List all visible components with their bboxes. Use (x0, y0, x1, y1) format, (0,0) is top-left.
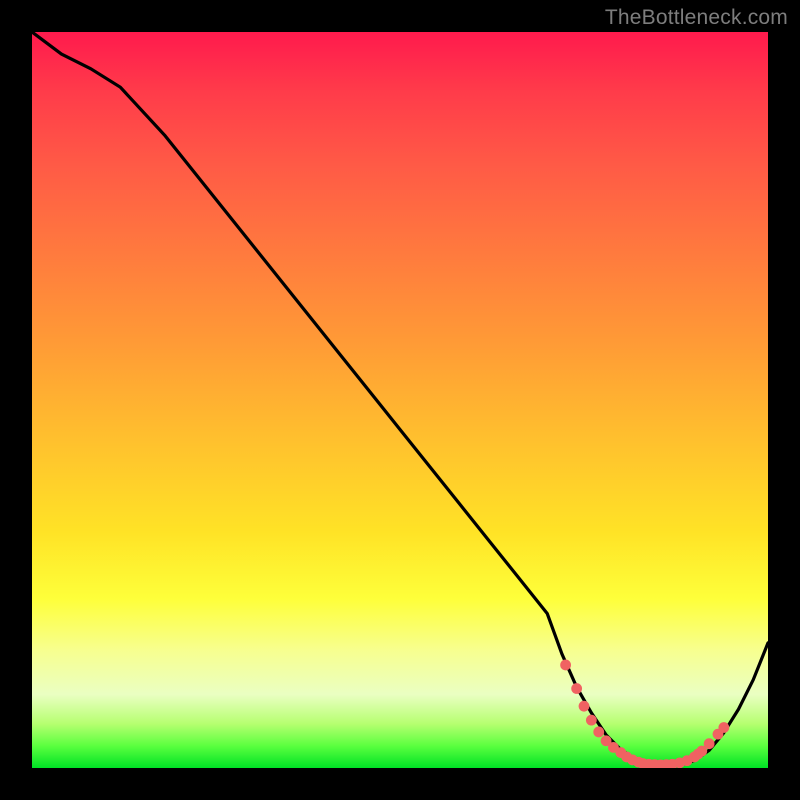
bottleneck-curve (32, 32, 768, 765)
curve-marker (571, 683, 582, 694)
curve-marker (718, 722, 729, 733)
curve-marker (560, 660, 571, 671)
curve-marker (586, 715, 597, 726)
chart-stage: TheBottleneck.com (0, 0, 800, 800)
curve-markers (560, 660, 729, 768)
curve-marker (579, 701, 590, 712)
watermark-text: TheBottleneck.com (605, 6, 788, 30)
curve-marker (704, 738, 715, 749)
curve-marker (593, 727, 604, 738)
curve-layer (32, 32, 768, 768)
plot-area (32, 32, 768, 768)
